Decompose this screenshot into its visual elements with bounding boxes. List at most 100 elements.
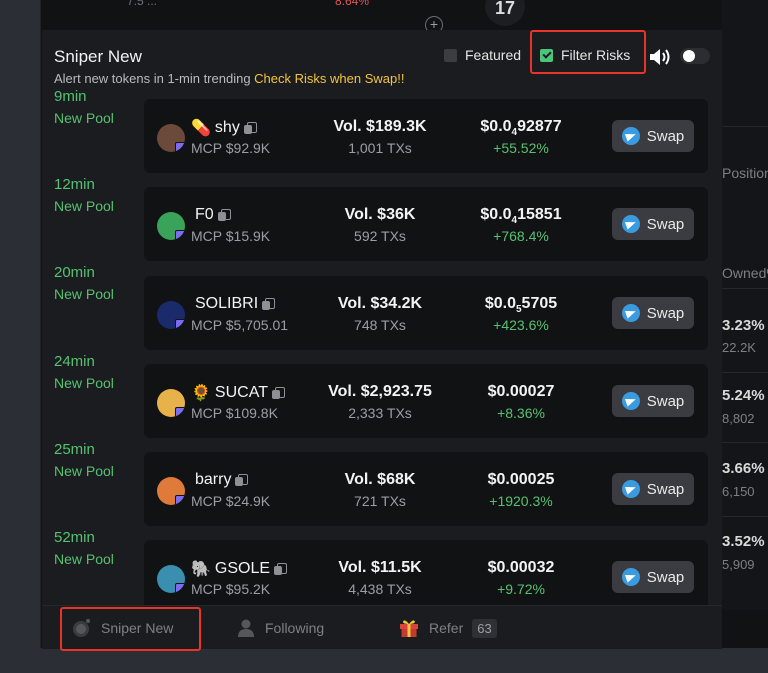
chain-badge-icon (175, 319, 185, 329)
swap-button[interactable]: Swap (612, 297, 694, 329)
swap-button[interactable]: Swap (612, 120, 694, 152)
bottom-nav: Sniper New Following Refer 63 (42, 605, 722, 649)
chain-badge-icon (175, 142, 185, 152)
copy-icon[interactable] (217, 209, 231, 221)
app-logo: 17 (485, 0, 525, 26)
token-market-cap: MCP $15.9K (191, 228, 271, 244)
token-txs: 2,333 TXs (348, 405, 412, 421)
telegram-icon (621, 127, 640, 145)
price-digits: 92877 (517, 118, 562, 135)
token-name[interactable]: 🌻 SUCAT (191, 383, 285, 403)
swap-button[interactable]: Swap (612, 385, 694, 417)
token-name[interactable]: SOLIBRI (191, 295, 276, 313)
token-name[interactable]: barry (191, 471, 249, 489)
token-row[interactable]: 💊 shy MCP $92.9K Vol. $189.3K 1,001 TXs … (144, 99, 708, 173)
token-avatar (157, 477, 185, 505)
swap-button[interactable]: Swap (612, 561, 694, 593)
copy-icon[interactable] (271, 387, 285, 399)
checkbox-box[interactable] (444, 48, 457, 62)
copy-icon[interactable] (243, 122, 257, 134)
token-row[interactable]: barry MCP $24.9K Vol. $68K 721 TXs $0.00… (144, 452, 708, 526)
token-volume: Vol. $2,923.75 (328, 383, 432, 400)
token-txs: 748 TXs (354, 317, 406, 333)
token-market-cap: MCP $109.8K (191, 405, 278, 421)
token-symbol: barry (195, 471, 232, 488)
token-change: +423.6% (493, 317, 549, 333)
token-avatar (157, 301, 185, 329)
token-avatar (157, 212, 185, 240)
token-price: $0.00025 (446, 471, 596, 491)
featured-checkbox[interactable]: Featured (444, 47, 521, 63)
token-name[interactable]: F0 (191, 206, 231, 224)
nav-sniper-new[interactable]: Sniper New (70, 606, 173, 650)
chain-badge-icon (175, 495, 185, 505)
token-change: +1920.3% (489, 493, 553, 509)
copy-icon[interactable] (262, 298, 276, 310)
token-row[interactable]: 🌻 SUCAT MCP $109.8K Vol. $2,923.75 2,333… (144, 364, 708, 438)
swap-button[interactable]: Swap (612, 473, 694, 505)
filter-risks-checkbox[interactable]: Filter Risks (540, 47, 630, 63)
token-change: +9.72% (497, 581, 545, 597)
copy-icon[interactable] (235, 474, 249, 486)
token-price: $0.0492877 (446, 118, 596, 138)
positions-header: Position (722, 165, 768, 181)
owned-value: 3.23% (722, 317, 765, 334)
price-digits: 5705 (521, 295, 558, 312)
token-name[interactable]: 💊 shy (191, 118, 257, 138)
price-main: $0.00032 (487, 559, 555, 576)
nav-refer-label: Refer (429, 620, 464, 636)
token-market-cap: MCP $92.9K (191, 140, 271, 156)
nav-following-label: Following (265, 620, 325, 636)
swap-button[interactable]: Swap (612, 208, 694, 240)
token-price: $0.0415851 (446, 206, 596, 226)
token-price: $0.055705 (446, 295, 596, 315)
sound-toggle[interactable] (680, 48, 710, 64)
nav-following[interactable]: Following (236, 606, 324, 650)
pool-label: New Pool (54, 551, 114, 567)
token-change: +8.36% (497, 405, 545, 421)
nav-refer[interactable]: Refer 63 (398, 606, 497, 650)
token-volume: Vol. $68K (344, 471, 416, 488)
background-percent: 8.64% (335, 0, 370, 8)
token-name[interactable]: 🐘 GSOLE (191, 559, 288, 579)
owned-header: Owned% (722, 265, 768, 281)
token-row[interactable]: F0 MCP $15.9K Vol. $36K 592 TXs $0.04158… (144, 187, 708, 261)
owned-value: 5.24% (722, 387, 765, 404)
pool-age: 52min (54, 529, 95, 546)
token-symbol: SUCAT (214, 384, 268, 401)
token-volume: Vol. $189.3K (333, 118, 427, 135)
token-txs: 592 TXs (354, 228, 406, 244)
price-main: $0.0 (480, 206, 512, 223)
chain-badge-icon (175, 407, 185, 417)
price-digits: 15851 (517, 206, 562, 223)
price-main: $0.0 (480, 118, 512, 135)
telegram-icon (621, 215, 640, 233)
copy-icon[interactable] (274, 563, 288, 575)
telegram-icon (621, 304, 640, 322)
owned-sub: 6,150 (722, 484, 755, 499)
token-change: +768.4% (493, 228, 549, 244)
filter-risks-label: Filter Risks (561, 47, 631, 63)
refer-count-badge: 63 (472, 618, 497, 638)
toggle-knob (683, 50, 695, 62)
panel-subtitle: Alert new tokens in 1-min trending Check… (54, 71, 404, 86)
pool-age: 25min (54, 441, 95, 458)
token-txs: 1,001 TXs (348, 140, 412, 156)
token-price: $0.00032 (446, 559, 596, 579)
pool-age: 12min (54, 176, 95, 193)
risk-warning-link[interactable]: Check Risks when Swap!! (254, 71, 404, 86)
speaker-icon[interactable] (648, 46, 674, 68)
pool-age: 20min (54, 264, 95, 281)
token-symbol: shy (214, 119, 240, 136)
pool-age: 24min (54, 353, 95, 370)
swap-label: Swap (646, 568, 685, 586)
token-symbol: F0 (195, 206, 214, 223)
token-row[interactable]: SOLIBRI MCP $5,705.01 Vol. $34.2K 748 TX… (144, 276, 708, 350)
subtitle-text: Alert new tokens in 1-min trending (54, 71, 251, 86)
token-emoji: 💊 (191, 120, 211, 137)
telegram-icon (621, 568, 640, 586)
swap-label: Swap (646, 127, 685, 145)
token-row[interactable]: 🐘 GSOLE MCP $95.2K Vol. $11.5K 4,438 TXs… (144, 540, 708, 605)
checkbox-checked-icon[interactable] (540, 48, 553, 62)
token-emoji: 🐘 (191, 561, 211, 578)
